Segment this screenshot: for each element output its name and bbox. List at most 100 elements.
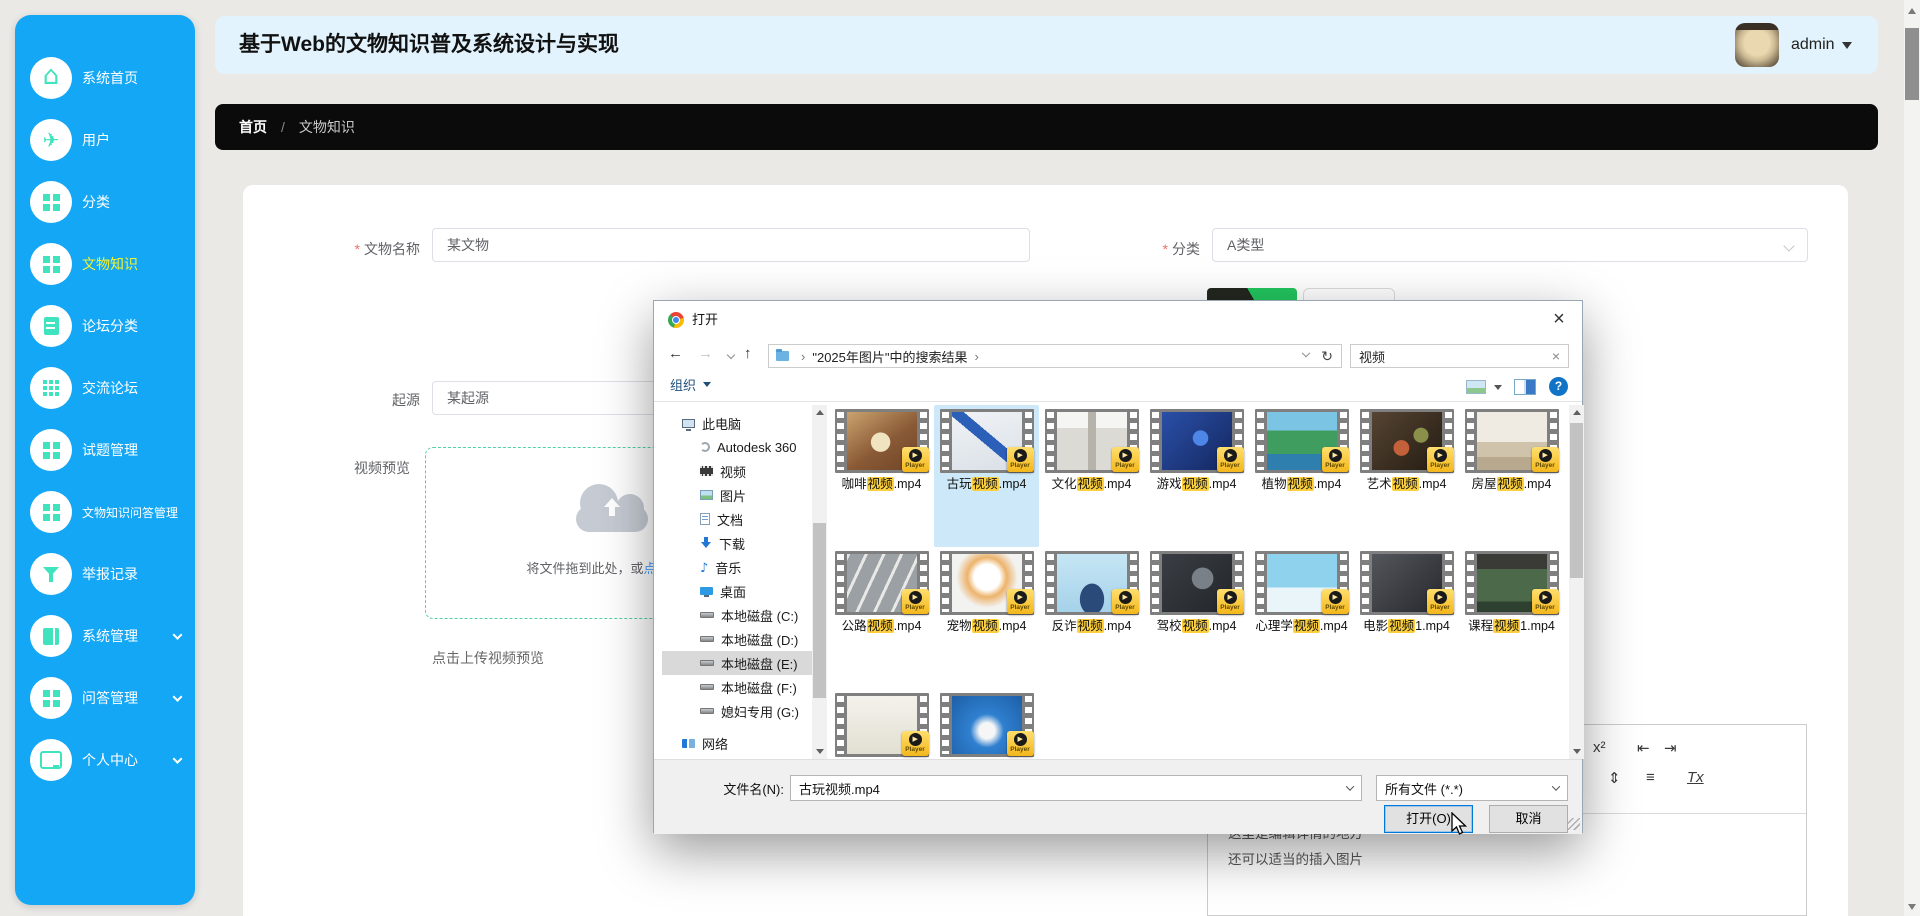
- sidebar-item-icon: [30, 243, 72, 285]
- scroll-up-icon[interactable]: [1908, 8, 1916, 14]
- file-item[interactable]: Player: [934, 689, 1039, 759]
- resize-grip[interactable]: [1568, 818, 1580, 830]
- file-item[interactable]: Player 咖啡视频.mp4: [829, 405, 934, 547]
- player-badge-icon: Player: [1217, 589, 1244, 614]
- file-item[interactable]: Player 公路视频.mp4: [829, 547, 934, 689]
- cancel-button[interactable]: 取消: [1489, 805, 1568, 833]
- refresh-icon[interactable]: ↻: [1321, 348, 1333, 365]
- file-item[interactable]: Player 课程视频1.mp4: [1459, 547, 1564, 689]
- file-grid-scrollbar[interactable]: [1569, 405, 1584, 759]
- file-item[interactable]: Player 古玩视频.mp4: [934, 405, 1039, 547]
- file-item[interactable]: Player 文化视频.mp4: [1039, 405, 1144, 547]
- player-badge-icon: Player: [902, 447, 929, 472]
- view-thumbnails-icon[interactable]: [1466, 380, 1486, 394]
- avatar[interactable]: [1735, 23, 1779, 67]
- tree-item[interactable]: 图片: [662, 483, 812, 507]
- tree-scrollbar[interactable]: [812, 405, 827, 759]
- back-button[interactable]: ←: [668, 345, 683, 362]
- sidebar-item[interactable]: 分类: [15, 171, 195, 233]
- forward-button[interactable]: →: [698, 345, 713, 362]
- tree-item[interactable]: 此电脑: [662, 411, 812, 435]
- play-icon: [1119, 591, 1132, 604]
- address-text[interactable]: "2025年图片"中的搜索结果: [812, 347, 967, 366]
- file-name: 古玩视频.mp4: [934, 476, 1039, 493]
- preview-pane-icon[interactable]: [1514, 379, 1536, 395]
- line-height-icon[interactable]: ≡: [1646, 769, 1655, 786]
- category-select[interactable]: A类型: [1212, 228, 1808, 262]
- scroll-up-icon[interactable]: [1573, 410, 1581, 415]
- tree-item[interactable]: 下载: [662, 531, 812, 555]
- scroll-down-icon[interactable]: [816, 749, 824, 754]
- file-item[interactable]: Player 房屋视频.mp4: [1459, 405, 1564, 547]
- close-icon[interactable]: ×: [1544, 306, 1574, 333]
- file-name: 课程视频1.mp4: [1459, 618, 1564, 635]
- sidebar-item[interactable]: 个人中心: [15, 729, 195, 791]
- scroll-up-icon[interactable]: [816, 410, 824, 415]
- name-field-label: *文物名称: [300, 239, 420, 259]
- sidebar-item[interactable]: 文物知识: [15, 233, 195, 295]
- user-menu[interactable]: admin: [1791, 16, 1852, 74]
- superscript-icon[interactable]: x²: [1593, 739, 1606, 756]
- view-dropdown-icon[interactable]: [1494, 385, 1502, 390]
- outdent-icon[interactable]: ⇤: [1637, 739, 1650, 757]
- clear-format-icon[interactable]: Tx: [1687, 769, 1704, 786]
- history-chevron-icon[interactable]: [727, 351, 735, 359]
- tree-item[interactable]: 视频: [662, 459, 812, 483]
- filetype-select[interactable]: 所有文件 (*.*): [1376, 775, 1568, 801]
- breadcrumb-home[interactable]: 首页: [239, 117, 267, 137]
- vertical-spacing-icon[interactable]: ⇕: [1608, 769, 1621, 787]
- breadcrumb-chevron[interactable]: ›: [975, 349, 979, 364]
- tree-item[interactable]: 音乐: [662, 555, 812, 579]
- file-item[interactable]: Player 电影视频1.mp4: [1354, 547, 1459, 689]
- file-item[interactable]: Player 宠物视频.mp4: [934, 547, 1039, 689]
- file-item[interactable]: Player 心理学视频.mp4: [1249, 547, 1354, 689]
- sidebar-item-icon: [30, 181, 72, 223]
- sidebar-item[interactable]: 用户: [15, 109, 195, 171]
- sidebar-item[interactable]: 系统首页: [15, 47, 195, 109]
- scrollbar-thumb[interactable]: [1570, 423, 1583, 578]
- address-dropdown-icon[interactable]: [1302, 349, 1310, 357]
- tree-item-icon: [700, 490, 713, 500]
- name-input[interactable]: 某文物: [432, 228, 1030, 262]
- tree-item[interactable]: 桌面: [662, 579, 812, 603]
- file-item[interactable]: Player 反诈视频.mp4: [1039, 547, 1144, 689]
- scrollbar-thumb[interactable]: [1905, 28, 1919, 100]
- scroll-down-icon[interactable]: [1573, 749, 1581, 754]
- indent-icon[interactable]: ⇥: [1664, 739, 1677, 757]
- help-icon[interactable]: ?: [1549, 377, 1568, 396]
- player-badge-label: Player: [1007, 604, 1034, 612]
- search-input[interactable]: 视频 ×: [1350, 344, 1569, 368]
- tree-item[interactable]: 本地磁盘 (F:): [662, 675, 812, 699]
- tree-item-label: 本地磁盘 (F:): [721, 678, 797, 697]
- page-scrollbar[interactable]: [1904, 0, 1920, 916]
- filename-input[interactable]: 古玩视频.mp4: [790, 775, 1362, 801]
- video-thumbnail: Player: [940, 693, 1034, 757]
- scrollbar-thumb[interactable]: [813, 523, 826, 698]
- sidebar-item[interactable]: 问答管理: [15, 667, 195, 729]
- file-item[interactable]: Player 游戏视频.mp4: [1144, 405, 1249, 547]
- tree-item[interactable]: 媳妇专用 (G:): [662, 699, 812, 723]
- sidebar-item[interactable]: 系统管理: [15, 605, 195, 667]
- clear-search-icon[interactable]: ×: [1552, 348, 1560, 364]
- organize-button[interactable]: 组织: [670, 375, 711, 394]
- tree-item[interactable]: 本地磁盘 (D:): [662, 627, 812, 651]
- sidebar-item[interactable]: 论坛分类: [15, 295, 195, 357]
- tree-item[interactable]: 网络: [662, 731, 812, 755]
- tree-item[interactable]: 本地磁盘 (E:): [662, 651, 812, 675]
- sidebar-item[interactable]: 交流论坛: [15, 357, 195, 419]
- search-highlight: 视频: [1493, 619, 1520, 633]
- sidebar-item[interactable]: 试题管理: [15, 419, 195, 481]
- sidebar-item[interactable]: 文物知识问答管理: [15, 481, 195, 543]
- file-item[interactable]: Player 植物视频.mp4: [1249, 405, 1354, 547]
- tree-item[interactable]: 本地磁盘 (C:): [662, 603, 812, 627]
- file-item[interactable]: Player 艺术视频.mp4: [1354, 405, 1459, 547]
- file-item[interactable]: Player 驾校视频.mp4: [1144, 547, 1249, 689]
- tree-item[interactable]: Autodesk 360: [662, 435, 812, 459]
- file-item[interactable]: Player: [829, 689, 934, 759]
- address-bar[interactable]: › "2025年图片"中的搜索结果 › ↻: [768, 344, 1342, 368]
- scroll-down-icon[interactable]: [1908, 904, 1916, 910]
- sidebar-item[interactable]: 举报记录: [15, 543, 195, 605]
- up-button[interactable]: ↑: [744, 345, 752, 362]
- player-badge-label: Player: [1007, 746, 1034, 754]
- tree-item[interactable]: 文档: [662, 507, 812, 531]
